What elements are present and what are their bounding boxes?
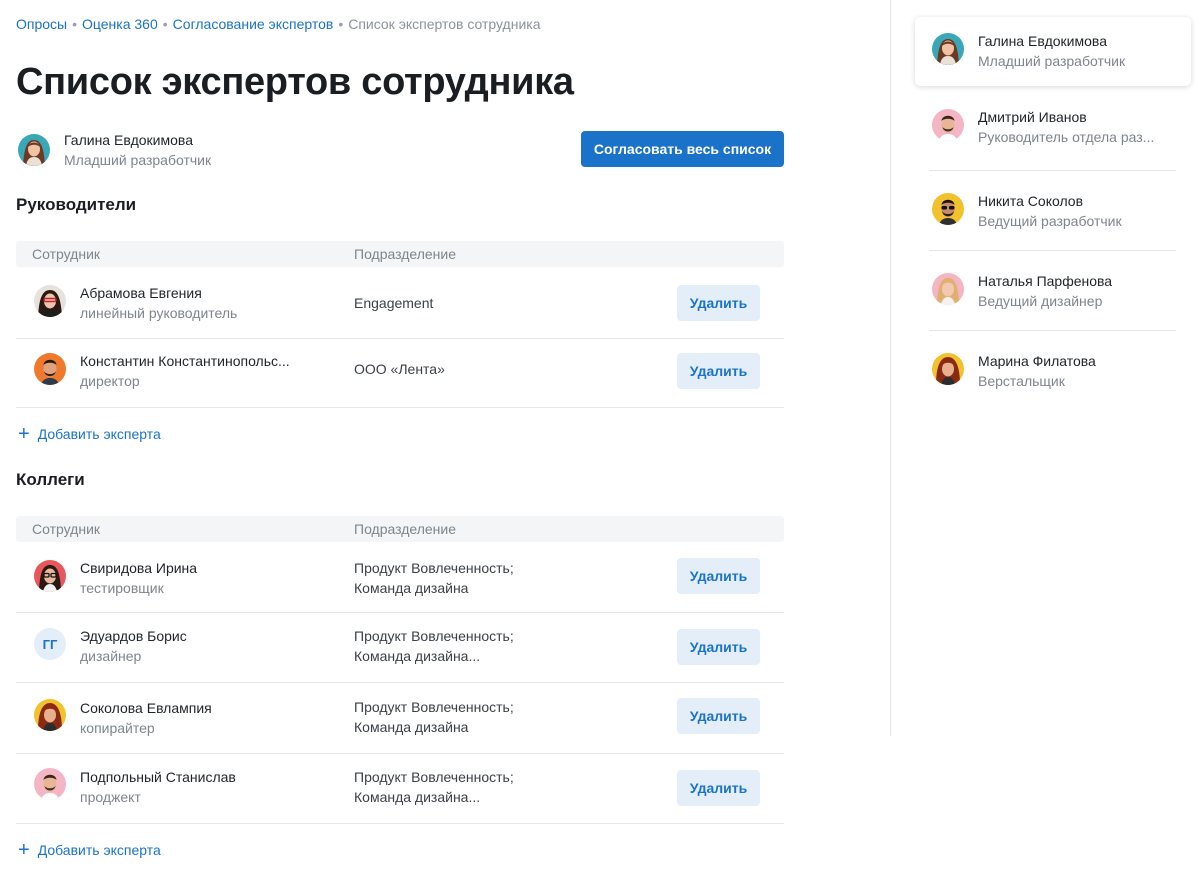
expert-team: Команда дизайна... [354, 648, 481, 664]
table-row: Константин Константинопольс... директор … [16, 339, 784, 408]
expert-name: Подпольный Станислав [80, 769, 236, 785]
avatar [34, 768, 66, 800]
page-title: Список экспертов сотрудника [16, 61, 574, 103]
expert-department: Продукт Вовлеченность; [354, 628, 514, 644]
add-expert-link[interactable]: + Добавить эксперта [18, 423, 161, 445]
sidebar-role: Руководитель отдела раз... [978, 129, 1155, 145]
expert-role: линейный руководитель [80, 305, 238, 321]
delete-button[interactable]: Удалить [677, 353, 760, 389]
sidebar-name: Марина Филатова [978, 353, 1096, 369]
expert-name: Соколова Евлампия [80, 700, 212, 716]
section-title-colleagues: Коллеги [16, 470, 85, 489]
column-header-employee: Сотрудник [32, 246, 101, 262]
expert-department: Продукт Вовлеченность; [354, 699, 514, 715]
delete-button[interactable]: Удалить [677, 629, 760, 665]
expert-department: Engagement [354, 295, 434, 311]
expert-department: Продукт Вовлеченность; [354, 560, 514, 576]
sidebar-divider [890, 0, 891, 736]
table-row: Абрамова Евгения линейный руководитель E… [16, 267, 784, 339]
sidebar-item-selected[interactable]: Галина Евдокимова Младший разработчик [915, 17, 1191, 86]
avatar [932, 193, 964, 225]
avatar [34, 285, 66, 317]
avatar [932, 33, 964, 65]
avatar-initials: ГГ [34, 628, 66, 660]
managers-table: Сотрудник Подразделение Абрамова Евгения… [16, 241, 784, 408]
breadcrumb-separator: • [162, 16, 168, 32]
column-header-employee: Сотрудник [32, 521, 101, 537]
sidebar-item[interactable]: Наталья Парфенова Ведущий дизайнер [929, 266, 1176, 330]
sidebar-role: Ведущий дизайнер [978, 293, 1103, 309]
delete-button[interactable]: Удалить [677, 698, 760, 734]
expert-team: Команда дизайна [354, 580, 469, 596]
employee-role: Младший разработчик [64, 152, 212, 168]
avatar [34, 560, 66, 592]
expert-name: Абрамова Евгения [80, 285, 202, 301]
avatar [932, 353, 964, 385]
delete-button[interactable]: Удалить [677, 770, 760, 806]
avatar [34, 699, 66, 731]
employee-info: Галина Евдокимова Младший разработчик [16, 130, 211, 170]
add-expert-label: Добавить эксперта [37, 426, 161, 442]
table-header: Сотрудник Подразделение [16, 241, 784, 267]
expert-department: ООО «Лента» [354, 361, 445, 377]
breadcrumb-link-approval[interactable]: Согласование экспертов [173, 16, 334, 32]
add-expert-label: Добавить эксперта [37, 842, 161, 858]
plus-icon: + [18, 423, 30, 445]
sidebar-separator [929, 170, 1176, 171]
sidebar-item[interactable]: Никита Соколов Ведущий разработчик [929, 186, 1176, 250]
table-row: ГГ Эдуардов Борис дизайнер Продукт Вовле… [16, 613, 784, 683]
expert-role: директор [80, 373, 140, 389]
table-row: Соколова Евлампия копирайтер Продукт Вов… [16, 683, 784, 754]
column-header-department: Подразделение [354, 246, 457, 262]
breadcrumb-separator: • [72, 16, 78, 32]
expert-role: тестировщик [80, 580, 164, 596]
breadcrumb-link-surveys[interactable]: Опросы [16, 16, 67, 32]
section-title-managers: Руководители [16, 195, 137, 214]
sidebar-item[interactable]: Марина Филатова Верстальщик [929, 346, 1176, 406]
colleagues-table: Сотрудник Подразделение Свиридова Ирина … [16, 516, 784, 824]
expert-role: копирайтер [80, 720, 155, 736]
delete-button[interactable]: Удалить [677, 285, 760, 321]
expert-department: Продукт Вовлеченность; [354, 769, 514, 785]
breadcrumb-link-360[interactable]: Оценка 360 [82, 16, 158, 32]
sidebar-role: Ведущий разработчик [978, 213, 1122, 229]
expert-team: Команда дизайна... [354, 789, 481, 805]
breadcrumb-current: Список экспертов сотрудника [348, 16, 541, 32]
table-row: Свиридова Ирина тестировщик Продукт Вовл… [16, 542, 784, 613]
avatar [932, 273, 964, 305]
employee-avatar [18, 134, 50, 166]
breadcrumb-separator: • [338, 16, 344, 32]
expert-name: Эдуардов Борис [80, 628, 187, 644]
approve-all-button[interactable]: Согласовать весь список [581, 131, 784, 167]
expert-role: проджект [80, 789, 141, 805]
employee-name: Галина Евдокимова [64, 132, 193, 148]
expert-name: Константин Константинопольс... [80, 353, 290, 369]
add-expert-link[interactable]: + Добавить эксперта [18, 839, 161, 861]
sidebar-role: Верстальщик [978, 373, 1065, 389]
avatar [932, 109, 964, 141]
sidebar-name: Дмитрий Иванов [978, 109, 1087, 125]
table-header: Сотрудник Подразделение [16, 516, 784, 542]
avatar [34, 353, 66, 385]
sidebar-name: Галина Евдокимова [978, 33, 1107, 49]
sidebar-name: Никита Соколов [978, 193, 1084, 209]
expert-name: Свиридова Ирина [80, 560, 198, 576]
column-header-department: Подразделение [354, 521, 457, 537]
sidebar-separator [929, 250, 1176, 251]
expert-team: Команда дизайна [354, 719, 469, 735]
expert-role: дизайнер [80, 648, 142, 664]
plus-icon: + [18, 839, 30, 861]
sidebar-name: Наталья Парфенова [978, 273, 1113, 289]
sidebar-role: Младший разработчик [978, 53, 1126, 69]
sidebar-separator [929, 330, 1176, 331]
delete-button[interactable]: Удалить [677, 558, 760, 594]
sidebar-item[interactable]: Дмитрий Иванов Руководитель отдела раз..… [929, 102, 1176, 170]
breadcrumb: Опросы • Оценка 360 • Согласование экспертов… [16, 16, 540, 32]
table-row: Подпольный Станислав проджект Продукт Во… [16, 754, 784, 824]
